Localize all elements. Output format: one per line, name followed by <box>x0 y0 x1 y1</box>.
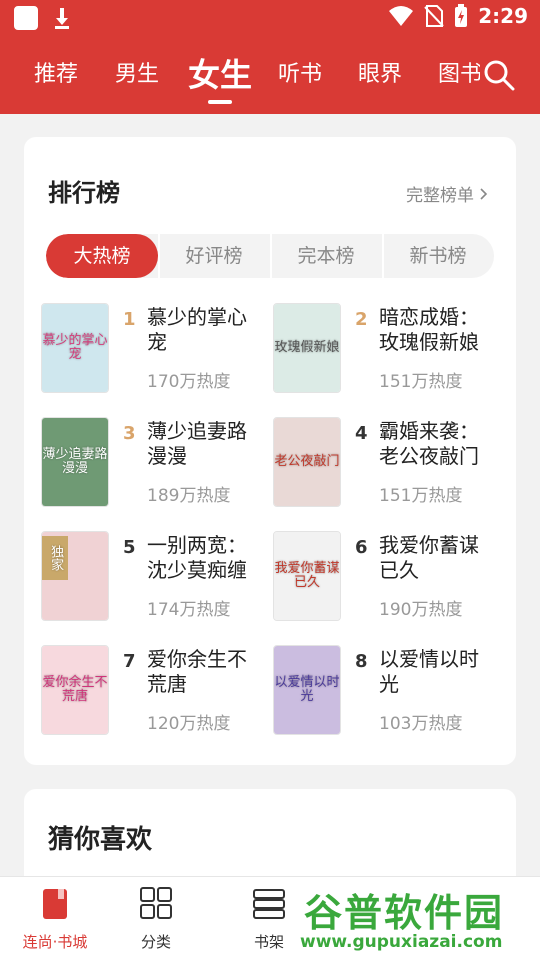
book-heat: 103万热度 <box>379 714 463 734</box>
battery-charging-icon <box>455 4 468 27</box>
segment-new[interactable]: 新书榜 <box>382 234 494 278</box>
ranking-title: 排行榜 <box>48 179 120 207</box>
wifi-icon <box>389 6 414 26</box>
tab-vision[interactable]: 眼界 <box>358 36 402 114</box>
watermark-url: www.gupuxiazai.com <box>300 932 503 952</box>
nav-label: 连尚·书城 <box>22 933 88 951</box>
chevron-right-icon <box>480 187 488 200</box>
site-watermark: 谷普软件园 www.gupuxiazai.com <box>296 878 540 960</box>
book-title: 暗恋成婚：玫瑰假新娘 <box>379 305 479 354</box>
shelf-icon <box>253 889 285 919</box>
book-cover: 独家 <box>41 531 109 621</box>
cover-title: 爱你余生不荒唐 <box>42 646 108 734</box>
segment-rated[interactable]: 好评榜 <box>158 234 270 278</box>
book-title: 薄少追妻路漫漫 <box>147 419 247 468</box>
book-heat: 190万热度 <box>379 600 463 620</box>
rank-number: 8 <box>355 651 368 672</box>
ranking-segment-control: 大热榜 好评榜 完本榜 新书榜 <box>46 234 494 278</box>
book-icon <box>43 889 67 919</box>
rank-number: 1 <box>123 309 136 330</box>
book-title: 霸婚来袭：老公夜敲门 <box>379 419 479 468</box>
ranking-card: 排行榜 完整榜单 大热榜 好评榜 完本榜 新书榜 慕少的掌心宠 1 慕少的掌心宠… <box>24 137 516 765</box>
search-icon[interactable] <box>482 58 516 92</box>
grid-icon <box>140 887 172 919</box>
rank-number: 2 <box>355 309 368 330</box>
tab-books[interactable]: 图书 <box>438 36 480 114</box>
top-nav: 推荐 男生 女生 听书 眼界 图书 <box>0 36 540 114</box>
book-heat: 151万热度 <box>379 486 463 506</box>
category-tabs: 推荐 男生 女生 听书 眼界 图书 <box>0 36 480 114</box>
cover-title: 独家 <box>42 536 68 580</box>
book-cover: 以爱情以时光 <box>273 645 341 735</box>
tab-audiobook[interactable]: 听书 <box>278 36 322 114</box>
book-title: 以爱情以时光 <box>379 647 479 696</box>
rank-number: 7 <box>123 651 136 672</box>
watermark-text: 谷普软件园 <box>304 891 505 935</box>
rank-number: 6 <box>355 537 368 558</box>
rank-number: 4 <box>355 423 368 444</box>
book-title: 爱你余生不荒唐 <box>147 647 247 696</box>
book-item[interactable]: 独家 5 一别两宽：沈少莫痴缠 174万热度 <box>41 531 261 623</box>
book-cover: 玫瑰假新娘 <box>273 303 341 393</box>
guess-title: 猜你喜欢 <box>48 825 153 855</box>
app-notification-icon <box>14 6 38 30</box>
active-tab-indicator <box>208 100 232 104</box>
nav-category[interactable]: 分类 <box>101 877 211 960</box>
cover-title: 以爱情以时光 <box>274 646 340 734</box>
book-cover: 老公夜敲门 <box>273 417 341 507</box>
full-list-label: 完整榜单 <box>406 186 474 206</box>
book-heat: 170万热度 <box>147 372 231 392</box>
cover-title: 薄少追妻路漫漫 <box>42 418 108 506</box>
book-item[interactable]: 薄少追妻路漫漫 3 薄少追妻路漫漫 189万热度 <box>41 417 261 509</box>
segment-hot[interactable]: 大热榜 <box>46 234 158 278</box>
status-bar: 2:29 <box>0 0 540 36</box>
cover-title: 玫瑰假新娘 <box>274 304 340 392</box>
book-title: 一别两宽：沈少莫痴缠 <box>147 533 247 582</box>
book-cover: 慕少的掌心宠 <box>41 303 109 393</box>
full-list-link[interactable]: 完整榜单 <box>406 181 488 206</box>
cover-title: 慕少的掌心宠 <box>42 304 108 392</box>
cover-title: 我爱你蓄谋已久 <box>274 532 340 620</box>
book-item[interactable]: 以爱情以时光 8 以爱情以时光 103万热度 <box>273 645 493 737</box>
book-heat: 120万热度 <box>147 714 231 734</box>
book-title: 慕少的掌心宠 <box>147 305 247 354</box>
book-cover: 爱你余生不荒唐 <box>41 645 109 735</box>
book-heat: 151万热度 <box>379 372 463 392</box>
book-cover: 我爱你蓄谋已久 <box>273 531 341 621</box>
book-heat: 189万热度 <box>147 486 231 506</box>
no-sim-icon <box>424 5 444 27</box>
segment-completed[interactable]: 完本榜 <box>270 234 382 278</box>
rank-number: 5 <box>123 537 136 558</box>
nav-bookstore[interactable]: 连尚·书城 <box>0 877 110 960</box>
book-item[interactable]: 爱你余生不荒唐 7 爱你余生不荒唐 120万热度 <box>41 645 261 737</box>
clock: 2:29 <box>478 4 528 28</box>
cover-title: 老公夜敲门 <box>274 418 340 506</box>
book-item[interactable]: 老公夜敲门 4 霸婚来袭：老公夜敲门 151万热度 <box>273 417 493 509</box>
book-item[interactable]: 玫瑰假新娘 2 暗恋成婚：玫瑰假新娘 151万热度 <box>273 303 493 395</box>
book-title: 我爱你蓄谋已久 <box>379 533 479 582</box>
book-cover: 薄少追妻路漫漫 <box>41 417 109 507</box>
nav-label: 分类 <box>140 933 171 951</box>
download-icon <box>55 8 69 29</box>
rank-number: 3 <box>123 423 136 444</box>
tab-recommend[interactable]: 推荐 <box>34 36 78 114</box>
book-item[interactable]: 我爱你蓄谋已久 6 我爱你蓄谋已久 190万热度 <box>273 531 493 623</box>
tab-male[interactable]: 男生 <box>115 36 159 114</box>
book-item[interactable]: 慕少的掌心宠 1 慕少的掌心宠 170万热度 <box>41 303 261 395</box>
book-heat: 174万热度 <box>147 600 231 620</box>
